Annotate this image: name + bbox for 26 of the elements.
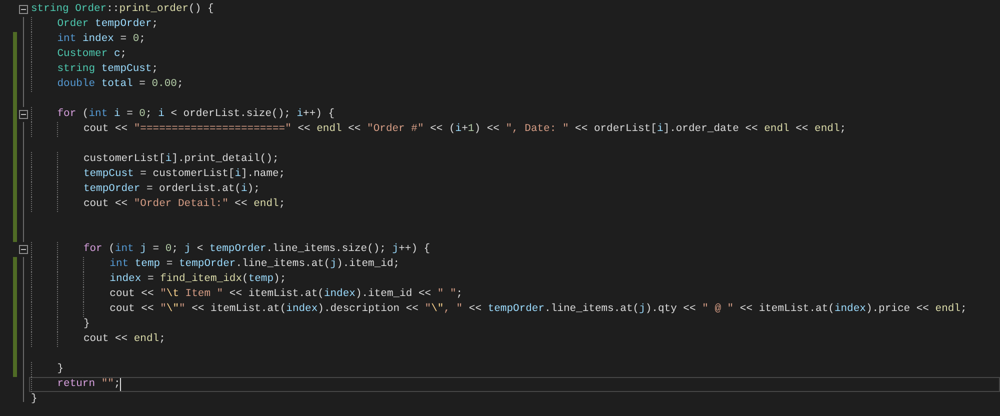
text-cursor xyxy=(120,378,122,391)
code-line: } xyxy=(31,363,64,375)
code-line: cout << "=======================" << endl << "Order #" << (i+1) << ", Date: " << orderList[i].order_date << endl << endl; xyxy=(31,123,846,135)
code-line: for (int j = 0; j < tempOrder.line_items.size(); j++) { xyxy=(31,243,430,255)
code-line: int index = 0; xyxy=(31,33,146,45)
code-line: string tempCust; xyxy=(31,63,158,75)
code-line: return ""; xyxy=(31,378,120,390)
code-line: string Order::print_order() { xyxy=(31,3,214,15)
code-line: cout << "Order Detail:" << endl; xyxy=(31,198,286,210)
code-line: Customer c; xyxy=(31,48,127,60)
code-line: index = find_item_idx(temp); xyxy=(31,273,286,285)
code-line: cout << "\t Item " << itemList.at(index).item_id << " "; xyxy=(31,288,463,300)
collapse-icon[interactable] xyxy=(18,245,28,254)
code-line: } xyxy=(31,393,38,405)
code-line: customerList[i].print_detail(); xyxy=(31,153,279,165)
code-line: cout << endl; xyxy=(31,333,166,345)
code-line: int temp = tempOrder.line_items.at(j).item_id; xyxy=(31,258,400,270)
code-line: for (int i = 0; i < orderList.size(); i++) { xyxy=(31,108,335,120)
code-line: tempCust = customerList[i].name; xyxy=(31,168,286,180)
collapse-icon[interactable] xyxy=(18,5,28,14)
code-line: } xyxy=(31,318,90,330)
collapse-icon[interactable] xyxy=(18,110,28,119)
code-line: Order tempOrder; xyxy=(31,18,158,30)
code-line: double total = 0.00; xyxy=(31,78,184,90)
code-line: tempOrder = orderList.at(i); xyxy=(31,183,260,195)
code-line: cout << "\"" << itemList.at(index).description << "\", " << tempOrder.line_items.at(j).qty << " @ " << itemList.at(index).price << endl; xyxy=(31,303,967,315)
